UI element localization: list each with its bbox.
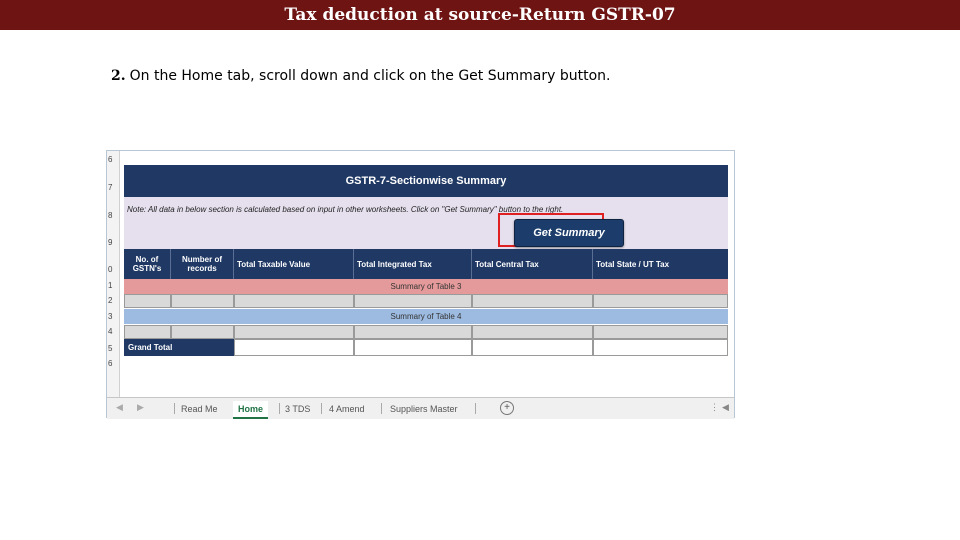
row-number: 5 <box>108 344 113 353</box>
summary-title: GSTR-7-Sectionwise Summary <box>124 165 728 197</box>
grand-total-label: Grand Total <box>124 339 234 356</box>
grid-cell[interactable] <box>593 294 728 308</box>
grid-cell[interactable] <box>171 325 234 339</box>
row-number: 2 <box>108 296 113 305</box>
tab-separator <box>321 403 322 414</box>
row-headers: 6 7 8 9 0 1 2 3 4 5 6 <box>107 151 120 397</box>
row-number: 1 <box>108 281 113 290</box>
grid-cell[interactable] <box>124 325 171 339</box>
tab-3-tds[interactable]: 3 TDS <box>285 401 310 417</box>
scroll-tabs-left-icon[interactable]: ◀ <box>722 402 729 413</box>
step-number: 2. <box>111 68 126 84</box>
tab-separator <box>475 403 476 414</box>
grand-total-cell[interactable] <box>593 339 728 356</box>
col-header-cgst: Total Central Tax <box>472 249 593 279</box>
scroll-right-icon[interactable]: ▶ <box>137 402 144 413</box>
grid-cell[interactable] <box>472 325 593 339</box>
col-header-sgst: Total State / UT Tax <box>593 249 728 279</box>
row-number: 8 <box>108 211 113 220</box>
grid-cell[interactable] <box>234 294 354 308</box>
tab-read-me[interactable]: Read Me <box>181 401 218 417</box>
tab-separator <box>174 403 175 414</box>
tab-separator <box>279 403 280 414</box>
row-number: 0 <box>108 265 113 274</box>
col-header-gstns: No. of GSTN's <box>124 249 171 279</box>
grid-cell[interactable] <box>593 325 728 339</box>
tab-4-amend[interactable]: 4 Amend <box>329 401 365 417</box>
get-summary-button[interactable]: Get Summary <box>514 219 624 247</box>
row-number: 6 <box>108 359 113 368</box>
grid-cell[interactable] <box>234 325 354 339</box>
grid-cell[interactable] <box>354 294 472 308</box>
col-header-igst: Total Integrated Tax <box>354 249 472 279</box>
grid-cell[interactable] <box>472 294 593 308</box>
summary-note: Note: All data in below section is calcu… <box>124 197 728 249</box>
tab-suppliers-master[interactable]: Suppliers Master <box>390 401 458 417</box>
grand-total-cell[interactable] <box>472 339 593 356</box>
add-sheet-icon[interactable]: + <box>500 401 514 415</box>
instruction-step: 2. On the Home tab, scroll down and click… <box>111 68 610 84</box>
scroll-left-icon[interactable]: ◀ <box>116 402 123 413</box>
col-header-records: Number of records <box>171 249 234 279</box>
tab-separator <box>381 403 382 414</box>
more-options-icon[interactable]: ⋮ <box>710 402 719 413</box>
spreadsheet-screenshot: 6 7 8 9 0 1 2 3 4 5 6 GSTR-7-Sectionwise… <box>106 150 735 419</box>
band-table4: Summary of Table 4 <box>124 309 728 324</box>
sheet-tab-bar: ◀ ▶ Read Me Home 3 TDS 4 Amend Suppliers… <box>107 397 734 419</box>
grid-cell[interactable] <box>354 325 472 339</box>
band-table3: Summary of Table 3 <box>124 279 728 294</box>
row-number: 6 <box>108 155 113 164</box>
row-number: 3 <box>108 312 113 321</box>
row-number: 9 <box>108 238 113 247</box>
tab-home[interactable]: Home <box>233 401 269 419</box>
slide-title: Tax deduction at source-Return GSTR-07 <box>0 0 960 30</box>
step-text: On the Home tab, scroll down and click o… <box>129 68 611 84</box>
grand-total-cell[interactable] <box>234 339 354 356</box>
grid-cell[interactable] <box>124 294 171 308</box>
row-number: 4 <box>108 327 113 336</box>
row-number: 7 <box>108 183 113 192</box>
grand-total-cell[interactable] <box>354 339 472 356</box>
col-header-taxable: Total Taxable Value <box>234 249 354 279</box>
grid-cell[interactable] <box>171 294 234 308</box>
